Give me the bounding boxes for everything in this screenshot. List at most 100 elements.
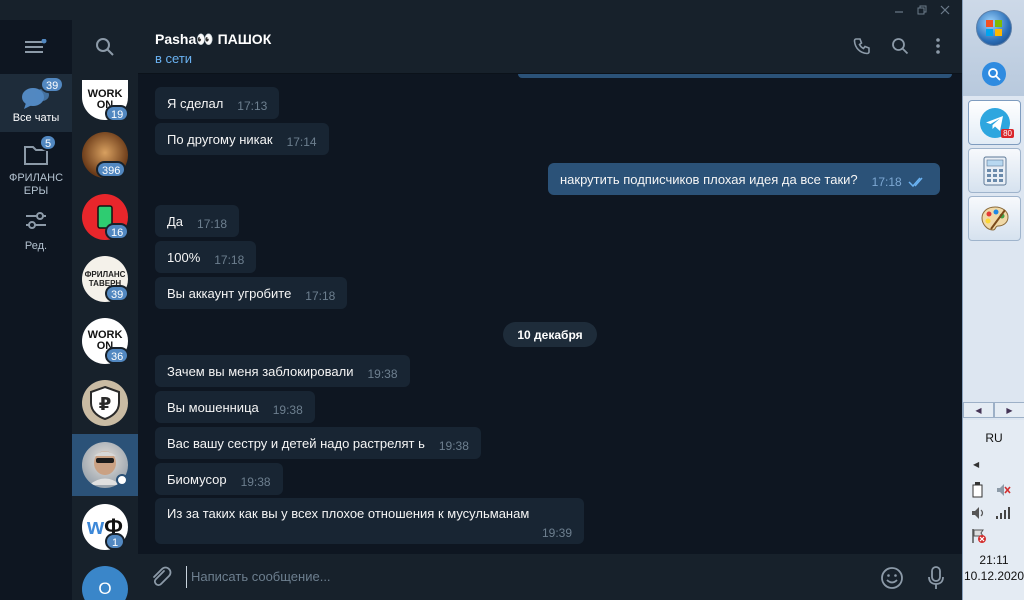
chat-status: в сети bbox=[155, 51, 193, 66]
folder-label: Все чаты bbox=[12, 112, 60, 124]
unread-badge: 5 bbox=[39, 134, 58, 151]
incoming-message[interactable]: Из за таких как вы у всех плохое отношен… bbox=[155, 498, 584, 544]
voice-message-button[interactable] bbox=[926, 565, 946, 596]
action-center-icon[interactable] bbox=[971, 528, 987, 549]
clock[interactable]: 21:11 10.12.2020 bbox=[963, 552, 1024, 584]
language-indicator[interactable]: RU bbox=[963, 431, 1024, 445]
restore-icon[interactable] bbox=[910, 0, 933, 20]
incoming-message[interactable]: Вы мошенница 19:38 bbox=[155, 391, 315, 423]
speaker-icon[interactable] bbox=[971, 506, 987, 525]
avatar: О bbox=[82, 566, 128, 600]
clock-date: 10.12.2020 bbox=[963, 569, 1024, 583]
chat-item[interactable]: WORK ON 19 bbox=[72, 74, 138, 124]
close-icon[interactable] bbox=[933, 0, 956, 20]
message-text: Да bbox=[167, 213, 184, 229]
unread-badge: 16 bbox=[105, 223, 130, 240]
incoming-message[interactable]: Биомусор 19:38 bbox=[155, 463, 283, 495]
taskbar-calculator[interactable] bbox=[968, 148, 1021, 193]
speaker-muted-icon[interactable] bbox=[995, 482, 1011, 503]
menu-button[interactable] bbox=[0, 20, 72, 74]
message-time: 17:18 bbox=[197, 217, 228, 231]
chat-title[interactable]: Pasha👀 ПАШОК bbox=[155, 31, 271, 48]
message-time: 17:14 bbox=[286, 135, 317, 149]
smile-icon bbox=[881, 567, 903, 589]
incoming-message[interactable]: Да 17:18 bbox=[155, 205, 240, 237]
filter-settings-icon bbox=[24, 210, 48, 240]
outgoing-message[interactable]: накрутить подписчиков плохая идея да все… bbox=[548, 163, 940, 195]
emoji-button[interactable] bbox=[880, 566, 904, 595]
chat-item-active[interactable] bbox=[72, 434, 138, 496]
taskbar-badge: 80 bbox=[1001, 129, 1014, 138]
folder-edit[interactable]: Ред. bbox=[0, 202, 72, 258]
message-text: накрутить подписчиков плохая идея да все… bbox=[560, 171, 858, 187]
taskbar-telegram[interactable]: 80 bbox=[968, 100, 1021, 145]
svg-text:₽: ₽ bbox=[99, 394, 112, 415]
chat-item[interactable]: 396 bbox=[72, 124, 138, 186]
start-button[interactable] bbox=[976, 10, 1012, 46]
folders-sidebar: 39 Все чаты 5 ФРИЛАНС ЕРЫ Ред. bbox=[0, 20, 72, 600]
online-indicator bbox=[116, 474, 128, 486]
search-button[interactable] bbox=[72, 20, 138, 74]
attach-button[interactable] bbox=[149, 565, 173, 594]
message-input[interactable]: Написать сообщение... bbox=[186, 566, 806, 588]
message-time: 17:18 bbox=[214, 253, 245, 267]
unread-badge: 39 bbox=[40, 76, 65, 93]
chat-item[interactable]: ФРИЛАНС ТАВЕРН 39 bbox=[72, 248, 138, 310]
show-hidden-icons[interactable]: ◀ bbox=[973, 460, 979, 469]
search-in-chat-button[interactable] bbox=[890, 35, 910, 57]
scroll-left-button[interactable]: ◀ bbox=[963, 402, 994, 418]
chat-item[interactable]: 16 bbox=[72, 186, 138, 248]
clock-time: 21:11 bbox=[979, 553, 1009, 567]
ruble-shield-icon: ₽ bbox=[90, 385, 120, 421]
phone-icon bbox=[853, 38, 870, 55]
paint-palette-icon bbox=[980, 205, 1009, 231]
call-button[interactable] bbox=[852, 35, 872, 57]
message-text: 100% bbox=[167, 249, 201, 265]
chat-item[interactable]: wФ 1 bbox=[72, 496, 138, 558]
scroll-right-button[interactable]: ▶ bbox=[994, 402, 1024, 418]
read-checkmarks-icon bbox=[908, 177, 923, 188]
message-time: 19:39 bbox=[541, 526, 572, 540]
message-time: 17:13 bbox=[237, 99, 268, 113]
incoming-message[interactable]: 100% 17:18 bbox=[155, 241, 257, 273]
unread-badge: 36 bbox=[105, 347, 130, 364]
folder-all-chats[interactable]: 39 Все чаты bbox=[0, 74, 72, 132]
taskbar-paint[interactable] bbox=[968, 196, 1021, 241]
telegram-window: 39 Все чаты 5 ФРИЛАНС ЕРЫ Ред. WORK ON 19 bbox=[0, 0, 962, 600]
folder-icon: 5 bbox=[23, 134, 58, 172]
message-time: 17:18 bbox=[305, 289, 336, 303]
incoming-message[interactable]: Вас вашу сестру и детей надо растрелят ь… bbox=[155, 427, 481, 459]
folder-label: Ред. bbox=[24, 240, 48, 252]
incoming-message[interactable]: По другому никак 17:14 bbox=[155, 123, 329, 155]
unread-badge: 396 bbox=[96, 161, 127, 178]
chat-item[interactable]: О bbox=[72, 558, 138, 600]
incoming-message[interactable]: Я сделал 17:13 bbox=[155, 87, 280, 119]
minimize-icon[interactable] bbox=[887, 0, 910, 20]
incoming-message[interactable]: Зачем вы меня заблокировали 19:38 bbox=[155, 355, 410, 387]
more-menu-button[interactable] bbox=[928, 35, 948, 57]
incoming-message[interactable]: Вы аккаунт угробите 17:18 bbox=[155, 277, 348, 309]
power-icon[interactable] bbox=[971, 482, 985, 503]
folder-freelancers[interactable]: 5 ФРИЛАНС ЕРЫ bbox=[0, 132, 72, 202]
message-text: Зачем вы меня заблокировали bbox=[167, 363, 354, 379]
search-button[interactable] bbox=[982, 62, 1006, 86]
message-history[interactable]: Я сделал 17:13 По другому никак 17:14 на… bbox=[138, 74, 962, 554]
taskbar-scroll: ◀ ▶ bbox=[963, 402, 1024, 418]
chat-list: WORK ON 19 396 16 ФРИЛАНС ТАВЕРН 39 WORK ON… bbox=[72, 20, 138, 600]
unread-badge: 19 bbox=[105, 105, 130, 122]
window-titlebar bbox=[0, 0, 962, 20]
paperclip-icon bbox=[153, 566, 172, 587]
message-text: По другому никак bbox=[167, 131, 273, 147]
message-text: Вас вашу сестру и детей надо растрелят ь bbox=[167, 435, 425, 451]
message-time: 19:38 bbox=[367, 367, 398, 381]
message-text: Вы аккаунт угробите bbox=[167, 285, 292, 301]
chat-header: Pasha👀 ПАШОК в сети bbox=[138, 20, 962, 74]
chat-item[interactable]: WORK ON 36 bbox=[72, 310, 138, 372]
chat-item[interactable]: ₽ bbox=[72, 372, 138, 434]
more-vertical-icon bbox=[936, 38, 940, 54]
message-text: Биомусор bbox=[167, 471, 227, 487]
message-time: 19:38 bbox=[272, 403, 303, 417]
network-signal-icon[interactable] bbox=[995, 506, 1011, 525]
message-text: Из за таких как вы у всех плохое отношен… bbox=[167, 506, 530, 521]
search-icon bbox=[96, 38, 114, 56]
